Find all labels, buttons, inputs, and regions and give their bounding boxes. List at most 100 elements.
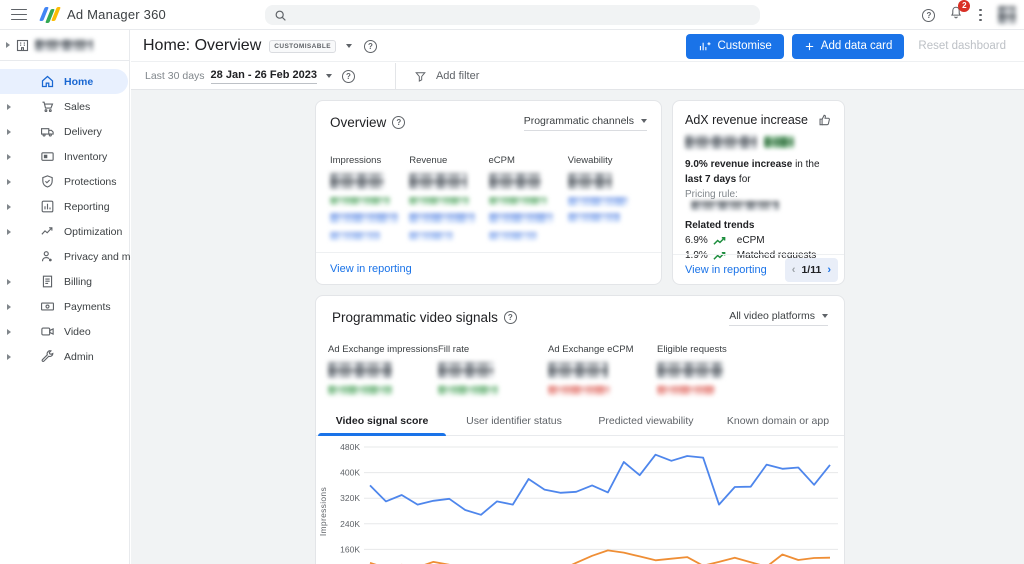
notification-badge: 2 (958, 0, 971, 12)
sidebar-item-inventory[interactable]: Inventory (0, 144, 129, 169)
svg-text:160K: 160K (340, 544, 360, 554)
sidebar-item-sales[interactable]: Sales (0, 94, 129, 119)
video-icon (40, 324, 55, 339)
svg-text:240K: 240K (340, 519, 360, 529)
date-range-picker[interactable]: 28 Jan - 26 Feb 2023 (210, 69, 317, 84)
help-icon[interactable]: ? (503, 311, 517, 324)
app-title: Ad Manager 360 (67, 7, 166, 22)
inventory-icon (40, 149, 55, 164)
add-data-card-button[interactable]: Add data card (791, 33, 905, 59)
search-input[interactable] (265, 5, 760, 25)
chevron-down-icon[interactable] (325, 74, 332, 78)
video-signal-tabs: Video signal score User identifier statu… (316, 407, 844, 436)
customisable-badge: CUSTOMISABLE (269, 39, 336, 53)
chevron-down-icon (822, 314, 828, 318)
next-card-icon[interactable]: › (827, 264, 831, 276)
line-chart-svg: 480K 400K 320K 240K 160K (340, 442, 838, 564)
svg-text:320K: 320K (340, 493, 360, 503)
chevron-right-icon (7, 178, 11, 185)
notifications-button[interactable]: 2 (949, 0, 971, 25)
card-pager: ‹ 1/11 › (784, 257, 838, 282)
tab-video-signal-score[interactable]: Video signal score (316, 407, 448, 436)
adx-highlight-blurred (685, 135, 832, 149)
metric-impressions: Impressions (330, 155, 409, 244)
tab-known-domain-or-app[interactable]: Known domain or app (712, 407, 844, 435)
channel-filter-select[interactable]: Programmatic channels (523, 115, 647, 131)
admin-icon (40, 349, 55, 364)
sidebar-item-video[interactable]: Video (0, 319, 129, 344)
topbar-actions: ? 2 (922, 0, 1016, 30)
chevron-right-icon (7, 353, 11, 360)
tab-predicted-viewability[interactable]: Predicted viewability (580, 407, 712, 435)
filter-bar: Last 30 days 28 Jan - 26 Feb 2023 ? Add … (131, 62, 1024, 90)
sidebar-item-privacy-and-messaging[interactable]: Privacy and messaging (0, 244, 173, 269)
avatar[interactable] (998, 6, 1016, 24)
chevron-down-icon[interactable] (345, 44, 352, 48)
chevron-right-icon (7, 128, 11, 135)
menu-icon[interactable] (11, 8, 27, 21)
sidebar-item-home[interactable]: Home (0, 69, 128, 94)
help-icon[interactable]: ? (922, 8, 936, 22)
sidebar-nav: Home Sales Delivery Inventory Protection… (0, 61, 173, 369)
building-icon (15, 38, 30, 53)
customise-chart-icon (700, 41, 711, 50)
pager-count: 1/11 (801, 263, 822, 276)
svg-text:480K: 480K (340, 442, 360, 452)
plus-icon (805, 42, 813, 50)
adx-summary-text: 9.0% revenue increase in the last 7 days… (685, 159, 820, 185)
ad-manager-logo-icon (39, 6, 61, 23)
chevron-right-icon (7, 278, 11, 285)
sidebar-item-protections[interactable]: Protections (0, 169, 129, 194)
chevron-right-icon (7, 303, 11, 310)
help-icon[interactable]: ? (341, 69, 355, 83)
sidebar-item-payments[interactable]: Payments (0, 294, 129, 319)
chevron-right-icon (7, 103, 11, 110)
privacy-icon (40, 249, 55, 264)
metric-revenue: Revenue (409, 155, 488, 244)
sidebar-item-billing[interactable]: Billing (0, 269, 129, 294)
platform-filter-select[interactable]: All video platforms (729, 310, 828, 326)
reset-dashboard-button[interactable]: Reset dashboard (912, 40, 1012, 52)
more-options-icon[interactable] (977, 7, 984, 24)
ad-manager-screen: Ad Manager 360 ? 2 Home Sales Delivery I… (0, 0, 1024, 564)
help-icon[interactable]: ? (363, 39, 377, 53)
chevron-down-icon (641, 119, 647, 123)
report-icon (40, 199, 55, 214)
date-range-label: Last 30 days (145, 70, 205, 82)
related-trends-label: Related trends (685, 220, 755, 231)
tab-user-identifier-status[interactable]: User identifier status (448, 407, 580, 435)
metric-fill-rate: Fill rate (438, 344, 498, 397)
add-filter-button[interactable]: Add filter (414, 70, 479, 83)
sidebar-item-reporting[interactable]: Reporting (0, 194, 129, 219)
dashboard-content: Overview ? Programmatic channels Impress… (131, 90, 1024, 564)
adx-card-title: AdX revenue increase (685, 113, 808, 127)
metric-ad-exchange-ecpm: Ad Exchange eCPM (548, 344, 634, 397)
video-metrics: Ad Exchange impressions Fill rate Ad Exc… (316, 344, 844, 399)
view-in-reporting-link[interactable]: View in reporting (685, 264, 767, 276)
trend-ecpm: 6.9% eCPM (685, 235, 765, 246)
svg-text:400K: 400K (340, 468, 360, 478)
optimization-icon (40, 224, 55, 239)
search-icon (275, 10, 286, 21)
overview-metrics: Impressions Revenue eCPM Viewability (316, 131, 661, 244)
home-icon (40, 74, 55, 89)
divider (394, 62, 396, 90)
metric-viewability: Viewability (567, 155, 647, 244)
video-signals-card: Programmatic video signals ? All video p… (315, 295, 845, 564)
top-app-bar: Ad Manager 360 ? 2 (0, 0, 1024, 30)
chevron-right-icon (7, 228, 11, 235)
overview-card: Overview ? Programmatic channels Impress… (315, 100, 662, 285)
account-selector[interactable] (0, 30, 129, 61)
sidebar-item-optimization[interactable]: Optimization (0, 219, 129, 244)
sidebar-item-delivery[interactable]: Delivery (0, 119, 129, 144)
sidebar-item-admin[interactable]: Admin (0, 344, 129, 369)
account-name-blurred (35, 39, 93, 51)
previous-card-icon[interactable]: ‹ (792, 264, 796, 276)
view-in-reporting-link[interactable]: View in reporting (330, 263, 412, 275)
sidebar: Home Sales Delivery Inventory Protection… (0, 30, 173, 564)
trend-up-icon (713, 236, 726, 245)
customise-button[interactable]: Customise (686, 33, 784, 59)
thumbs-up-icon[interactable] (818, 113, 832, 127)
help-icon[interactable]: ? (392, 116, 406, 129)
shield-icon (40, 174, 55, 189)
